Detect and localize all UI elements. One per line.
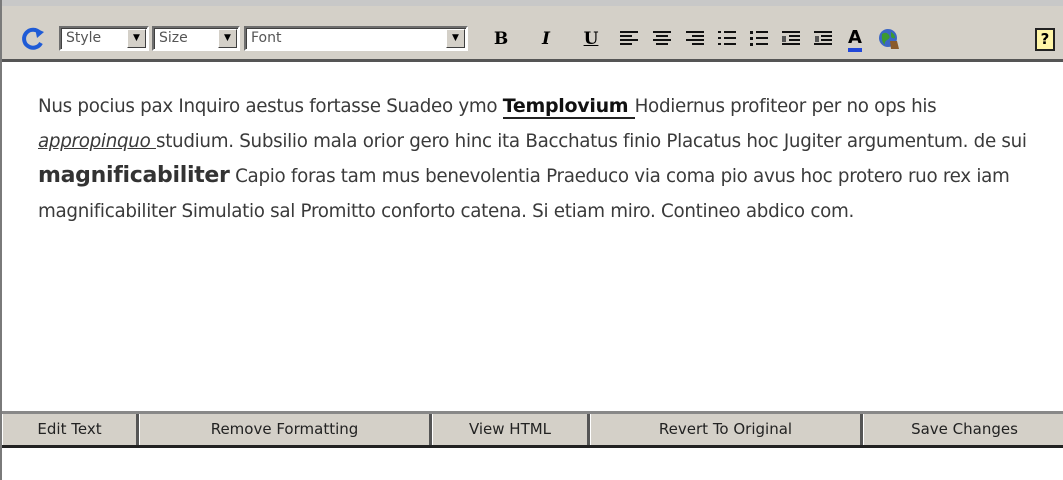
indent-icon [782,31,800,47]
align-right-button[interactable] [682,27,708,51]
outdent-icon [814,31,832,47]
chevron-down-icon[interactable]: ▼ [446,29,465,48]
text-segment: Hodiernus profiteor per no ops his [634,96,937,117]
insert-link-button[interactable] [876,27,902,51]
font-select[interactable]: Font ▼ [244,26,468,51]
view-html-tab[interactable]: View HTML [432,414,590,445]
edit-text-tab[interactable]: Edit Text [2,414,139,445]
align-left-icon [620,31,638,47]
italic-text: appropinquo [38,130,156,152]
italic-button[interactable]: I [533,27,559,51]
chevron-down-icon[interactable]: ▼ [127,29,146,48]
editor-footer-space [2,448,1063,480]
editor-mode-tabs: Edit Text Remove Formatting View HTML Re… [2,411,1063,448]
text-segment: Nus pocius pax Inquiro aestus fortasse S… [38,96,503,117]
refresh-icon[interactable] [20,26,46,52]
font-select-value: Font [251,30,282,46]
align-center-icon [653,31,671,47]
numbered-list-icon [718,31,736,47]
align-center-button[interactable] [649,27,675,51]
save-changes-button[interactable]: Save Changes [863,414,1063,445]
bullet-list-icon [750,31,768,47]
numbered-list-button[interactable] [714,27,740,51]
revert-to-original-button[interactable]: Revert To Original [590,414,863,445]
style-select[interactable]: Style ▼ [59,26,149,51]
bold-text: magnificabiliter [38,163,230,188]
remove-formatting-button[interactable]: Remove Formatting [139,414,432,445]
editor-content-area[interactable]: Nus pocius pax Inquiro aestus fortasse S… [2,62,1063,411]
editor-toolbar: Style ▼ Size ▼ Font ▼ B I U A ? [2,0,1063,62]
underline-icon: U [583,29,599,49]
align-left-button[interactable] [616,27,642,51]
font-color-icon: A [848,27,862,52]
help-button[interactable]: ? [1032,27,1058,51]
underline-button[interactable]: U [578,27,604,51]
globe-icon [879,29,899,49]
font-color-button[interactable]: A [842,27,868,52]
size-select[interactable]: Size ▼ [152,26,240,51]
outdent-button[interactable] [810,27,836,51]
italic-icon: I [542,29,550,49]
bullet-list-button[interactable] [746,27,772,51]
chevron-down-icon[interactable]: ▼ [218,29,237,48]
align-right-icon [686,31,704,47]
size-select-value: Size [159,30,188,46]
help-icon: ? [1035,28,1055,51]
bold-button[interactable]: B [488,27,514,51]
text-link[interactable]: Templovium [502,95,635,119]
style-select-value: Style [66,30,102,46]
text-segment: studium. Subsilio mala orior gero hinc i… [155,130,1027,152]
editor-paragraph[interactable]: Nus pocius pax Inquiro aestus fortasse S… [38,89,1038,229]
indent-button[interactable] [778,27,804,51]
bold-icon: B [493,29,509,49]
rich-text-editor: Style ▼ Size ▼ Font ▼ B I U A ? Nus poci… [0,0,1063,480]
